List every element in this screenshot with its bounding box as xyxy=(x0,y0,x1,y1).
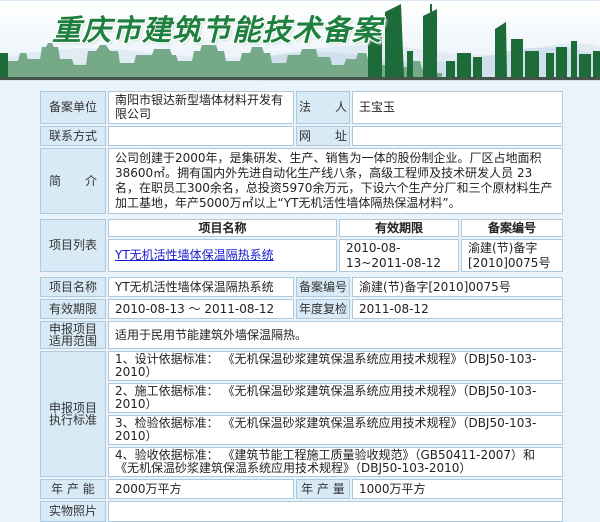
table-row: 备案单位 南阳市银达新型墙体材料开发有限公司 法 人 王宝玉 xyxy=(40,91,563,124)
output-value: 1000万平方 xyxy=(352,479,563,499)
table-row: 有效期限 2010-08-13 ～ 2011-08-12 年度复检 2011-0… xyxy=(40,299,563,319)
table-row: 项目名称 YT无机活性墙体保温隔热系统 备案编号 渝建(节)备字[2010]00… xyxy=(40,277,563,297)
standard-item: 4、验收依据标准： 《建筑节能工程施工质量验收规范》（GB50411-2007）… xyxy=(108,447,563,477)
photo-label: 实物照片 xyxy=(40,501,106,522)
table-row: 申报项目执行标准 1、设计依据标准： 《无机保温砂浆建筑保温系统应用技术规程》（… xyxy=(40,351,563,477)
intro-label: 简 介 xyxy=(40,148,106,214)
column-header-number: 备案编号 xyxy=(461,219,563,237)
project-list-header-row: 项目名称 有效期限 备案编号 xyxy=(108,219,563,237)
capacity-label: 年 产 能 xyxy=(40,479,106,499)
project-name-label: 项目名称 xyxy=(40,277,106,297)
scope-value: 适用于民用节能建筑外墙保温隔热。 xyxy=(108,321,563,349)
page-title: 重庆市建筑节能技术备案 xyxy=(52,7,382,49)
filing-number-label: 备案编号 xyxy=(296,277,350,297)
page-banner: 重庆市建筑节能技术备案 xyxy=(0,0,600,80)
project-list-label: 项目列表 xyxy=(40,219,106,272)
filing-unit-value: 南阳市银达新型墙体材料开发有限公司 xyxy=(108,91,294,124)
capacity-value: 2000万平方 xyxy=(108,479,294,499)
project-list-group: 项目列表 项目名称 有效期限 备案编号 YT无机活性墙体保温隔热系统 2010-… xyxy=(40,219,563,272)
photo-value xyxy=(108,501,563,522)
main-content: 备案单位 南阳市银达新型墙体材料开发有限公司 法 人 王宝玉 联系方式 网 址 … xyxy=(0,80,600,522)
table-row: 申报项目适用范围 适用于民用节能建筑外墙保温隔热。 xyxy=(40,321,563,349)
project-validity-cell: 2010-08-13~2011-08-12 xyxy=(339,239,459,272)
recheck-label: 年度复检 xyxy=(296,299,350,319)
validity-label: 有效期限 xyxy=(40,299,106,319)
standards-label: 申报项目执行标准 xyxy=(40,351,106,477)
scope-label: 申报项目适用范围 xyxy=(40,321,106,349)
validity-value: 2010-08-13 ～ 2011-08-12 xyxy=(108,299,294,319)
contact-label: 联系方式 xyxy=(40,126,106,146)
output-label: 年 产 量 xyxy=(296,479,350,499)
project-link[interactable]: YT无机活性墙体保温隔热系统 xyxy=(115,248,274,262)
intro-value: 公司创建于2000年，是集研发、生产、销售为一体的股份制企业。厂区占地面积386… xyxy=(108,148,563,214)
column-header-name: 项目名称 xyxy=(108,219,337,237)
company-info-table: 备案单位 南阳市银达新型墙体材料开发有限公司 法 人 王宝玉 联系方式 网 址 … xyxy=(40,91,563,214)
table-row: 联系方式 网 址 xyxy=(40,126,563,146)
table-row: 年 产 能 2000万平方 年 产 量 1000万平方 xyxy=(40,479,563,499)
project-list-data-row: YT无机活性墙体保温隔热系统 2010-08-13~2011-08-12 渝建(… xyxy=(108,239,563,272)
standards-group: 申报项目执行标准 1、设计依据标准： 《无机保温砂浆建筑保温系统应用技术规程》（… xyxy=(40,351,563,477)
project-name-value: YT无机活性墙体保温隔热系统 xyxy=(108,277,294,297)
legal-person-label: 法 人 xyxy=(296,91,350,124)
standard-item: 2、施工依据标准： 《无机保温砂浆建筑保温系统应用技术规程》（DBJ50-103… xyxy=(108,383,563,413)
website-value xyxy=(352,126,563,146)
recheck-value: 2011-08-12 xyxy=(352,299,563,319)
table-row: 实物照片 xyxy=(40,501,563,522)
website-label: 网 址 xyxy=(296,126,350,146)
project-detail-table: 项目名称 YT无机活性墙体保温隔热系统 备案编号 渝建(节)备字[2010]00… xyxy=(40,277,563,522)
filing-unit-label: 备案单位 xyxy=(40,91,106,124)
filing-number-value: 渝建(节)备字[2010]0075号 xyxy=(352,277,563,297)
contact-value xyxy=(108,126,294,146)
project-name-cell: YT无机活性墙体保温隔热系统 xyxy=(108,239,337,272)
project-number-cell: 渝建(节)备字[2010]0075号 xyxy=(461,239,563,272)
project-list-table: 项目列表 项目名称 有效期限 备案编号 YT无机活性墙体保温隔热系统 2010-… xyxy=(40,219,563,272)
column-header-validity: 有效期限 xyxy=(339,219,459,237)
table-row: 简 介 公司创建于2000年，是集研发、生产、销售为一体的股份制企业。厂区占地面… xyxy=(40,148,563,214)
legal-person-value: 王宝玉 xyxy=(352,91,563,124)
standard-item: 1、设计依据标准： 《无机保温砂浆建筑保温系统应用技术规程》（DBJ50-103… xyxy=(108,351,563,381)
standard-item: 3、检验依据标准： 《无机保温砂浆建筑保温系统应用技术规程》（DBJ50-103… xyxy=(108,415,563,445)
